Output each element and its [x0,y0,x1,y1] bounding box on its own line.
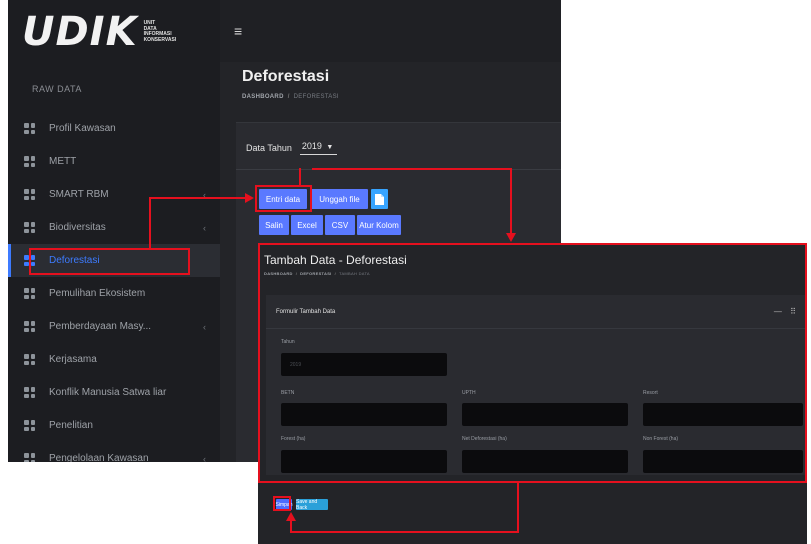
hamburger-menu-icon[interactable]: ≡ [234,23,242,39]
save-and-back-button[interactable]: Save and Back [296,499,328,511]
callout-line [517,483,519,533]
sidebar-item-label: Penelitian [49,420,93,431]
csv-button[interactable]: CSV [325,215,355,235]
sidebar-item-label: Pemulihan Ekosistem [49,288,146,299]
breadcrumb: DASHBOARD / DEFORESTASI [242,94,339,100]
chevron-icon: ‹ [203,454,206,462]
arrow-up-icon [286,512,296,521]
breadcrumb-dashboard[interactable]: DASHBOARD [242,94,284,100]
sidebar-item-label: Biodiversitas [49,222,106,233]
breadcrumb-current: DEFORESTASI [293,94,339,100]
callout-box-form [258,243,807,483]
atur-kolom-button[interactable]: Atur Kolom [357,215,401,235]
grid-icon [24,156,35,167]
sidebar-item-label: SMART RBM [49,189,109,200]
sidebar-item[interactable]: SMART RBM ‹ [8,178,220,211]
file-icon [375,193,384,205]
sidebar-item-label: Konflik Manusia Satwa liar [49,387,167,398]
callout-line [149,197,246,199]
sidebar-item[interactable]: Pemberdayaan Masy... ‹ [8,310,220,343]
sidebar-item-label: Profil Kawasan [49,123,116,134]
arrow-right-icon [245,193,254,203]
sidebar-item[interactable]: Penelitian [8,409,220,442]
logo-mark: UDIK [22,9,138,55]
chevron-icon: ‹ [203,223,206,233]
grid-icon [24,354,35,365]
sidebar-item[interactable]: Pengelolaan Kawasan ‹ [8,442,220,462]
sidebar-item[interactable]: METT [8,145,220,178]
unggah-file-button[interactable]: Unggah file [311,189,368,209]
sidebar: UDIK UNIT DATA INFORMASI KONSERVASI RAW … [8,0,220,462]
grid-icon [24,222,35,233]
sidebar-item-label: METT [49,156,77,167]
grid-icon [24,420,35,431]
callout-line [312,168,512,170]
salin-button[interactable]: Salin [259,215,289,235]
sidebar-item-label: Pemberdayaan Masy... [49,321,152,332]
sidebar-item[interactable]: Profil Kawasan [8,112,220,145]
sidebar-item-label: Kerjasama [49,354,97,365]
grid-icon [24,123,35,134]
excel-button[interactable]: Excel [291,215,323,235]
sidebar-item[interactable]: Biodiversitas ‹ [8,211,220,244]
logo[interactable]: UDIK UNIT DATA INFORMASI KONSERVASI [8,0,220,64]
chevron-down-icon: ▼ [326,144,334,151]
grid-icon [24,321,35,332]
chevron-icon: ‹ [203,322,206,332]
year-label: Data Tahun [246,143,292,153]
file-icon-button[interactable] [371,189,388,209]
topbar: ≡ [220,0,561,62]
callout-box-deforestasi [29,248,190,275]
sidebar-section-label: RAW DATA [32,84,82,94]
sidebar-item-label: Pengelolaan Kawasan [49,453,149,462]
sidebar-item[interactable]: Pemulihan Ekosistem [8,277,220,310]
callout-line [149,198,151,248]
sidebar-item[interactable]: Kerjasama [8,343,220,376]
callout-line [290,521,292,533]
page-title: Deforestasi [242,68,330,85]
callout-box-entri-data [255,185,312,212]
grid-icon [24,288,35,299]
sidebar-item[interactable]: Konflik Manusia Satwa liar [8,376,220,409]
callout-line [299,168,301,185]
grid-icon [24,387,35,398]
sidebar-nav: Profil Kawasan METT SMART RBM ‹ Biodiversita… [8,112,220,462]
year-filter: Data Tahun 2019 ▼ [246,141,338,155]
callout-line [290,531,519,533]
arrow-down-icon [506,233,516,242]
grid-icon [24,453,35,462]
callout-line [510,168,512,234]
logo-subtitle: UNIT DATA INFORMASI KONSERVASI [143,20,177,43]
grid-icon [24,189,35,200]
year-select[interactable]: 2019 ▼ [299,141,338,155]
callout-box-simpan [273,496,291,511]
